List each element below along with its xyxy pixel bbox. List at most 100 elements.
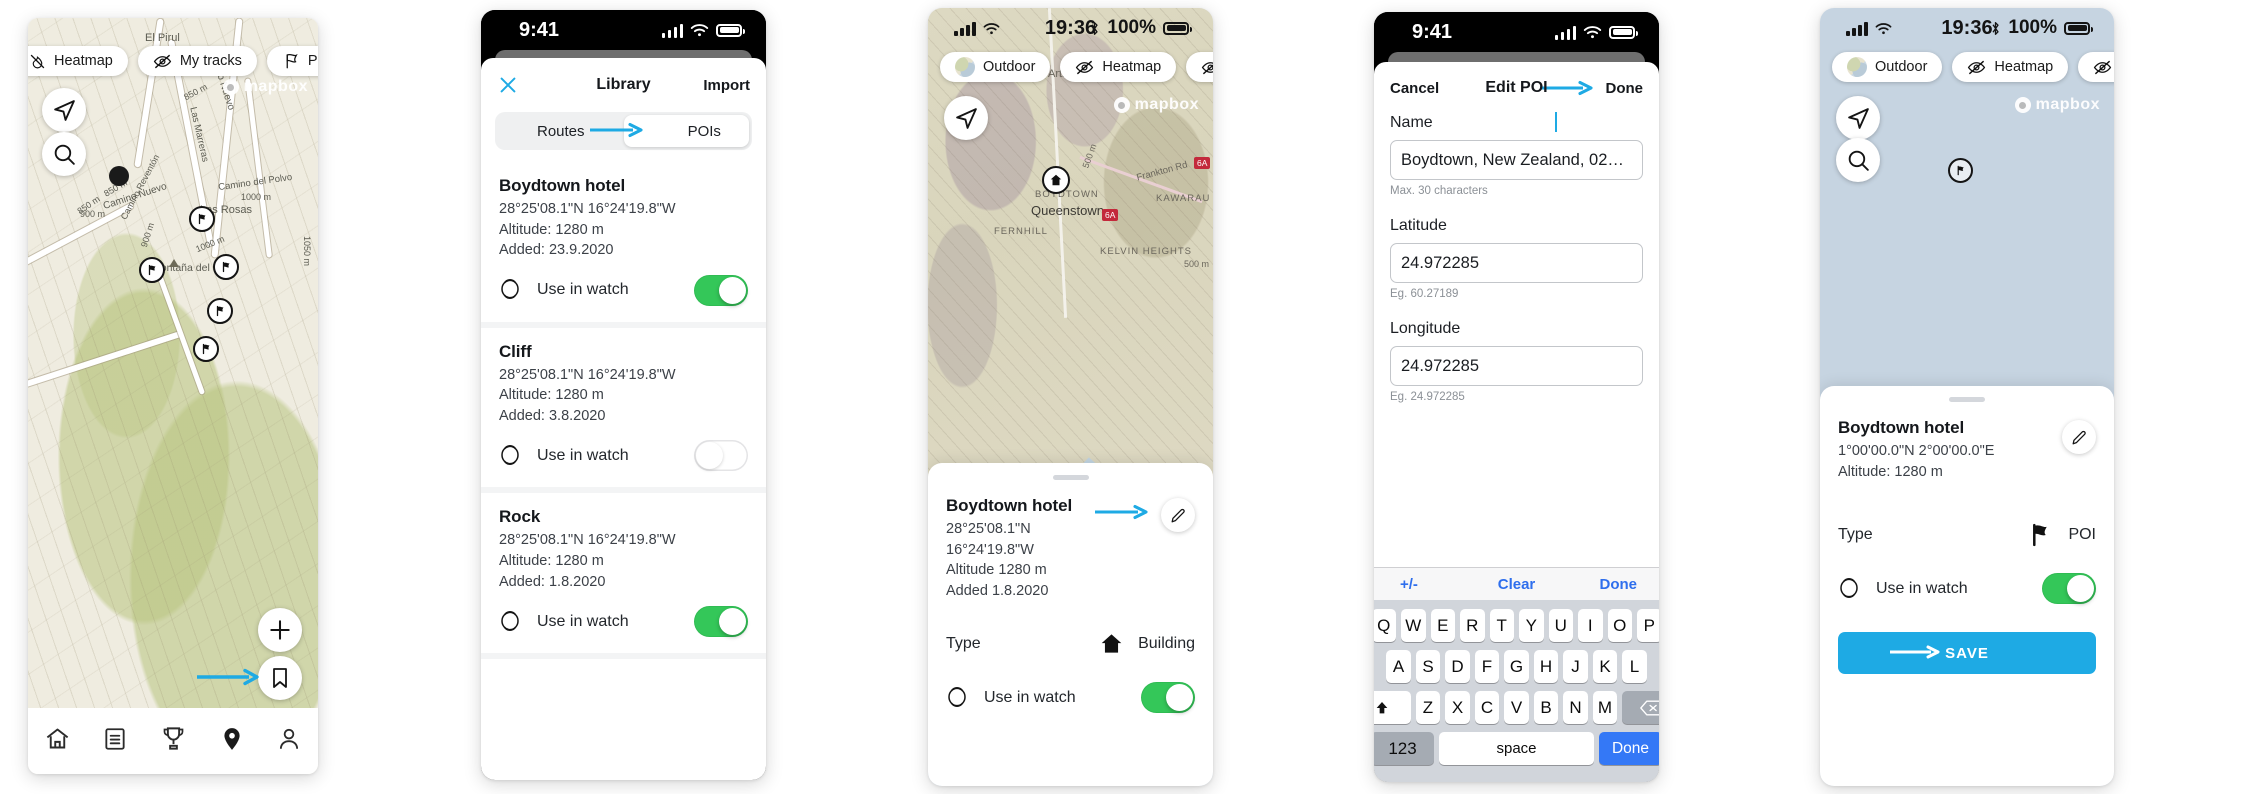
key-b[interactable]: B — [1533, 691, 1559, 724]
tab-places[interactable] — [219, 726, 245, 757]
edit-poi-button[interactable] — [2062, 420, 2096, 454]
save-button[interactable]: SAVE — [1838, 632, 2096, 675]
tab-home[interactable] — [44, 725, 71, 757]
watch-icon — [948, 686, 966, 707]
chip-heatmap[interactable]: Heatmap — [1060, 52, 1177, 82]
shift-key[interactable] — [1374, 691, 1411, 724]
key-j[interactable]: J — [1563, 650, 1588, 683]
key-o[interactable]: O — [1607, 609, 1632, 642]
map-label: 1000 m — [241, 192, 272, 202]
list-item[interactable]: Rock 28°25'08.1"N 16°24'19.8"W Altitude:… — [481, 493, 766, 660]
key-w[interactable]: W — [1401, 609, 1426, 642]
key-f[interactable]: F — [1474, 650, 1500, 683]
key-g[interactable]: G — [1504, 650, 1529, 683]
new-poi-marker[interactable] — [1948, 158, 1973, 183]
wifi-icon — [690, 24, 709, 37]
mapbox-watermark: mapbox — [1113, 96, 1199, 114]
search-icon — [1848, 150, 1869, 171]
key-l[interactable]: L — [1622, 650, 1647, 683]
poi-altitude: Altitude: 1280 m — [1838, 463, 1943, 480]
edit-poi-button[interactable] — [1161, 498, 1195, 532]
key-u[interactable]: U — [1548, 609, 1573, 642]
chip-points-of-interest[interactable]: Points of interest — [266, 46, 318, 76]
tab-trophy[interactable] — [160, 725, 187, 757]
key-s[interactable]: S — [1415, 650, 1441, 683]
chip-label: Heatmap — [1994, 59, 2054, 75]
search-button[interactable] — [1836, 138, 1880, 182]
map-poi-pin[interactable] — [193, 336, 219, 362]
use-in-watch-toggle[interactable] — [694, 606, 748, 638]
key-q[interactable]: Q — [1374, 609, 1396, 642]
map-poi-pin[interactable] — [139, 257, 165, 283]
selected-poi-marker[interactable] — [1042, 166, 1070, 194]
keyboard-done-button[interactable]: Done — [1600, 576, 1638, 593]
key-a[interactable]: A — [1386, 650, 1411, 683]
search-icon — [54, 144, 75, 165]
poi-name: Rock — [499, 507, 541, 527]
map-poi-pin[interactable] — [207, 298, 233, 324]
type-value: POI — [2068, 525, 2096, 543]
keyboard-row-4: 123 space Done — [1374, 732, 1659, 765]
keyboard-row-3: Z X C V B N M — [1374, 691, 1659, 724]
sheet-grabber[interactable] — [1949, 397, 1985, 402]
key-h[interactable]: H — [1533, 650, 1559, 683]
key-m[interactable]: M — [1592, 691, 1618, 724]
name-field[interactable]: Boydtown, New Zealand, 02… — [1390, 140, 1643, 180]
key-x[interactable]: X — [1445, 691, 1470, 724]
use-in-watch-toggle[interactable] — [2042, 573, 2096, 605]
plus-icon — [270, 620, 290, 640]
add-button[interactable] — [258, 608, 302, 652]
key-z[interactable]: Z — [1415, 691, 1441, 724]
use-in-watch-toggle[interactable] — [694, 274, 748, 306]
key-k[interactable]: K — [1592, 650, 1618, 683]
longitude-field[interactable]: 24.972285 — [1390, 346, 1643, 386]
map-poi-pin[interactable] — [189, 206, 215, 232]
poi-added: Added 1.8.2020 — [946, 582, 1049, 599]
locate-button[interactable] — [1836, 96, 1880, 140]
use-in-watch-toggle[interactable] — [1141, 682, 1195, 714]
tab-list[interactable] — [102, 726, 128, 757]
tab-pois[interactable]: POIs — [590, 115, 749, 147]
map-poi-pin[interactable] — [213, 254, 239, 280]
done-button[interactable]: Done — [1606, 80, 1644, 97]
chip-my-tracks[interactable]: My tracks — [1186, 52, 1213, 82]
key-n[interactable]: N — [1563, 691, 1588, 724]
chip-heatmap[interactable]: Heatmap — [1952, 52, 2069, 82]
list-item[interactable]: Cliff 28°25'08.1"N 16°24'19.8"W Altitude… — [481, 327, 766, 494]
import-button[interactable]: Import — [703, 77, 750, 94]
key-r[interactable]: R — [1460, 609, 1485, 642]
status-indicators — [661, 23, 745, 38]
pencil-icon — [2072, 430, 2086, 444]
latitude-label: Latitude — [1390, 217, 1447, 234]
key-d[interactable]: D — [1445, 650, 1470, 683]
poi-coords: 28°25'08.1"N 16°24'19.8"W — [946, 521, 1034, 558]
locate-button[interactable] — [944, 96, 988, 140]
key-p[interactable]: P — [1637, 609, 1659, 642]
numbers-key[interactable]: 123 — [1374, 732, 1434, 765]
chip-outdoor[interactable]: Outdoor — [940, 52, 1051, 82]
library-sheet: Library Import Routes POIs Boydtown hote… — [481, 58, 766, 780]
chip-heatmap[interactable]: Heatmap — [28, 46, 128, 76]
key-e[interactable]: E — [1430, 609, 1455, 642]
key-t[interactable]: T — [1489, 609, 1514, 642]
annotation-arrow — [590, 122, 648, 142]
use-in-watch-toggle[interactable] — [694, 440, 748, 472]
chip-outdoor[interactable]: Outdoor — [1832, 52, 1943, 82]
key-i[interactable]: I — [1578, 609, 1603, 642]
key-c[interactable]: C — [1474, 691, 1500, 724]
list-item[interactable]: Boydtown hotel 28°25'08.1"N 16°24'19.8"W… — [481, 162, 766, 328]
space-key[interactable]: space — [1439, 732, 1594, 765]
return-key[interactable]: Done — [1599, 732, 1659, 765]
latitude-field[interactable]: 24.972285 — [1390, 243, 1643, 283]
search-button[interactable] — [42, 132, 86, 176]
chip-my-tracks[interactable]: My tracks — [137, 46, 257, 76]
locate-button[interactable] — [42, 88, 86, 132]
tab-profile[interactable] — [276, 726, 302, 757]
key-v[interactable]: V — [1504, 691, 1529, 724]
key-y[interactable]: Y — [1519, 609, 1544, 642]
backspace-key[interactable] — [1622, 691, 1659, 724]
sheet-grabber[interactable] — [1052, 475, 1089, 480]
panel-library: 9:41 Library Import Routes POIs Boydtown… — [481, 10, 766, 780]
chip-my-tracks[interactable]: My tracks — [2078, 52, 2114, 82]
bookmark-button[interactable] — [258, 656, 302, 700]
